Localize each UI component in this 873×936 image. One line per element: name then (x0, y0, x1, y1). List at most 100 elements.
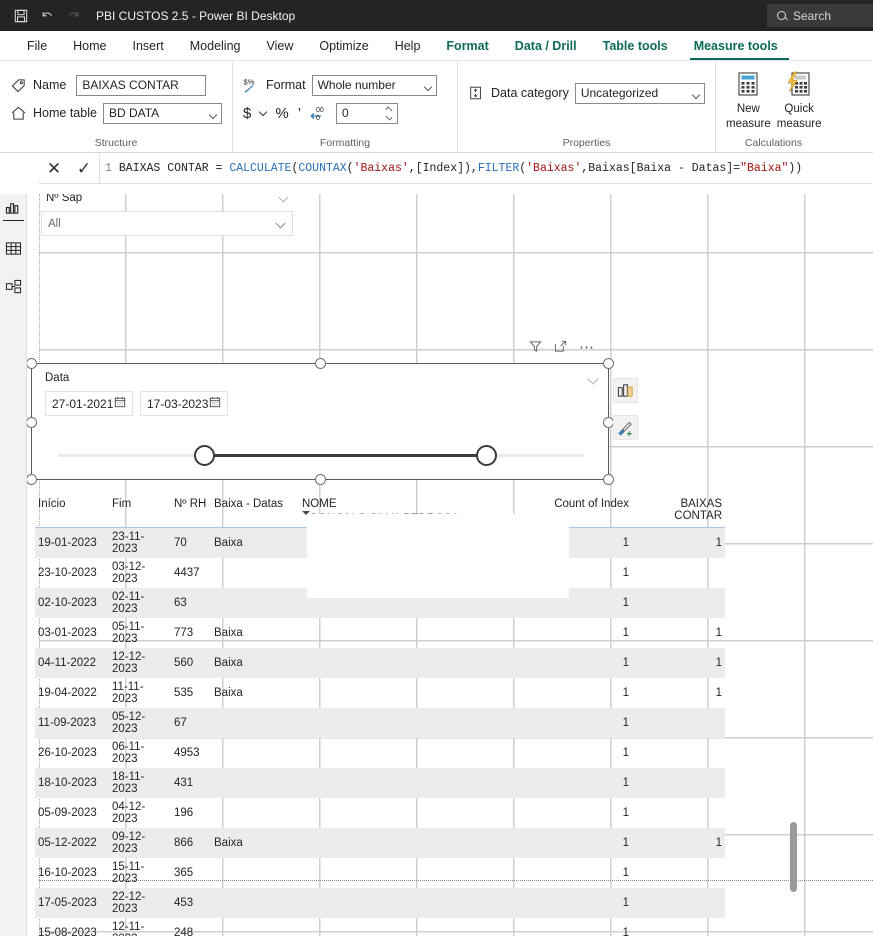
report-canvas[interactable]: Nº Sap All ⋯ Data 27-01-2021 17-03-2023 … (27, 194, 873, 936)
data-category-select[interactable]: Uncategorized (574, 82, 705, 104)
end-date-field[interactable]: 17-03-2023 (140, 391, 228, 416)
column-header-inicio[interactable]: Início (35, 496, 109, 528)
resize-handle-top-left[interactable] (27, 358, 37, 369)
tab-file[interactable]: File (14, 31, 60, 60)
formula-bar: ✕ ✓ 1 BAIXAS CONTAR = CALCULATE(COUNTAX(… (39, 153, 873, 184)
tab-optimize[interactable]: Optimize (306, 31, 381, 60)
focus-mode-icon[interactable] (554, 340, 567, 356)
cell-nrh: 67 (171, 708, 211, 738)
cell-count-of-index: 1 (537, 708, 632, 738)
table-row[interactable]: 11-09-2023 05-12-2023 67 1 (35, 708, 725, 738)
start-date-field[interactable]: 27-01-2021 (45, 391, 133, 416)
resize-handle-bottom-left[interactable] (27, 474, 37, 485)
date-range-knob-start[interactable] (194, 445, 215, 466)
search-label: Search (793, 8, 832, 23)
column-header-baixas-contar[interactable]: BAIXAS CONTAR (632, 496, 725, 528)
column-header-baixa-datas[interactable]: Baixa - Datas (211, 496, 299, 528)
currency-format-button[interactable]: $ (243, 105, 251, 122)
cell-fim: 11-11-2023 (112, 681, 144, 705)
home-table-select[interactable]: BD DATA (102, 102, 222, 124)
table-row[interactable]: 03-01-2023 05-11-2023 773 Baixa 1 1 (35, 618, 725, 648)
visual-type-button[interactable] (613, 378, 638, 403)
resize-handle-bottom-right[interactable] (603, 474, 614, 485)
calendar-icon[interactable] (114, 396, 126, 411)
save-icon[interactable] (8, 4, 34, 28)
filter-icon[interactable] (529, 340, 542, 356)
tab-table-tools[interactable]: Table tools (590, 31, 681, 60)
tab-modeling[interactable]: Modeling (177, 31, 254, 60)
resize-handle-bottom-center[interactable] (315, 474, 326, 485)
table-row[interactable]: 04-11-2022 12-12-2023 560 Baixa 1 1 (35, 648, 725, 678)
redo-icon[interactable] (60, 4, 86, 28)
start-date-value: 27-01-2021 (52, 396, 114, 411)
commit-icon[interactable]: ✓ (77, 160, 91, 177)
ribbon-group-properties: Data category Uncategorized Properties (457, 61, 715, 152)
formula-input[interactable]: 1 BAIXAS CONTAR = CALCULATE(COUNTAX('Bai… (99, 153, 873, 183)
date-slicer-visual[interactable]: ⋯ Data 27-01-2021 17-03-2023 (27, 340, 614, 485)
sap-slicer-dropdown[interactable]: All (41, 211, 293, 236)
date-slicer-chevron-down-icon[interactable] (587, 373, 599, 385)
thousands-separator-button[interactable]: ’ (298, 105, 301, 122)
tab-measure-tools[interactable]: Measure tools (681, 31, 791, 60)
cell-baixa-datas: Baixa (211, 527, 299, 558)
sap-slicer[interactable]: Nº Sap All (41, 194, 293, 236)
visual-header-icons: ⋯ (529, 340, 595, 356)
cell-nrh: 196 (174, 807, 194, 819)
date-slicer-fields: 27-01-2021 17-03-2023 (45, 391, 228, 416)
formula-bar-buttons: ✕ ✓ (39, 153, 99, 183)
table-row[interactable]: 17-05-2023 22-12-2023 453 1 (35, 888, 725, 918)
cell-nrh: 70 (171, 527, 211, 558)
table-visual[interactable]: Início Fim Nº RH Baixa - Datas NOME Coun… (35, 496, 735, 936)
search-box[interactable]: Search (767, 4, 873, 27)
svg-text:00: 00 (316, 107, 324, 114)
cell-baixas-contar (632, 888, 725, 918)
calendar-icon[interactable] (209, 396, 221, 411)
data-view-button[interactable] (3, 239, 24, 260)
tab-data-drill[interactable]: Data / Drill (502, 31, 590, 60)
format-select[interactable]: Whole number (311, 74, 437, 96)
nome-column-overlay (307, 514, 569, 598)
model-view-button[interactable] (3, 278, 24, 299)
table-row[interactable]: 16-10-2023 15-11-2023 365 1 (35, 858, 725, 888)
table-row[interactable]: 26-10-2023 06-11-2023 4953 1 (35, 738, 725, 768)
tab-view[interactable]: View (254, 31, 307, 60)
column-header-nrh[interactable]: Nº RH (171, 496, 211, 528)
canvas-vertical-scrollbar[interactable] (790, 822, 797, 892)
new-measure-button[interactable]: New measure (726, 69, 771, 132)
table-row[interactable]: 05-09-2023 04-12-2023 196 1 (35, 798, 725, 828)
table-row[interactable]: 15-08-2023 12-11-2023 248 1 (35, 918, 725, 936)
cell-baixas-contar: 1 (715, 687, 722, 699)
table-row[interactable]: 05-12-2022 09-12-2023 866 Baixa 1 1 (35, 828, 725, 858)
stepper-down-icon[interactable] (385, 112, 393, 121)
format-paint-button[interactable] (613, 415, 638, 440)
decimal-places-stepper[interactable]: 0 (336, 102, 399, 124)
cancel-icon[interactable]: ✕ (47, 160, 61, 177)
tab-home[interactable]: Home (60, 31, 119, 60)
cell-fim: 12-12-2023 (109, 648, 171, 678)
measure-name-input[interactable]: BAIXAS CONTAR (76, 74, 207, 96)
resize-handle-top-center[interactable] (315, 358, 326, 369)
report-view-button[interactable] (2, 200, 24, 221)
tab-format[interactable]: Format (433, 31, 501, 60)
date-range-fill (203, 454, 488, 457)
decrease-decimals-icon[interactable]: 00 0 (310, 105, 327, 122)
percent-format-button[interactable]: % (275, 105, 288, 122)
currency-dropdown-chevron-icon[interactable] (259, 107, 268, 116)
resize-handle-middle-left[interactable] (27, 417, 37, 428)
column-header-fim[interactable]: Fim (109, 496, 171, 528)
tab-help[interactable]: Help (382, 31, 434, 60)
date-range-knob-end[interactable] (476, 445, 497, 466)
date-range-slider[interactable] (58, 445, 584, 466)
undo-icon[interactable] (34, 4, 60, 28)
cell-count-of-index: 1 (622, 927, 629, 936)
table-row[interactable]: 18-10-2023 18-11-2023 431 1 (35, 768, 725, 798)
resize-handle-top-right[interactable] (603, 358, 614, 369)
tab-insert[interactable]: Insert (120, 31, 177, 60)
cell-inicio: 05-12-2022 (35, 828, 109, 858)
stepper-up-icon[interactable] (385, 105, 393, 114)
more-options-icon[interactable]: ⋯ (579, 340, 595, 355)
cell-baixas-contar (632, 588, 725, 618)
table-row[interactable]: 19-04-2022 11-11-2023 535 Baixa 1 1 (35, 678, 725, 708)
quick-measure-button[interactable]: Quick measure (777, 69, 822, 132)
ribbon-tab-strip: File Home Insert Modeling View Optimize … (0, 31, 873, 61)
